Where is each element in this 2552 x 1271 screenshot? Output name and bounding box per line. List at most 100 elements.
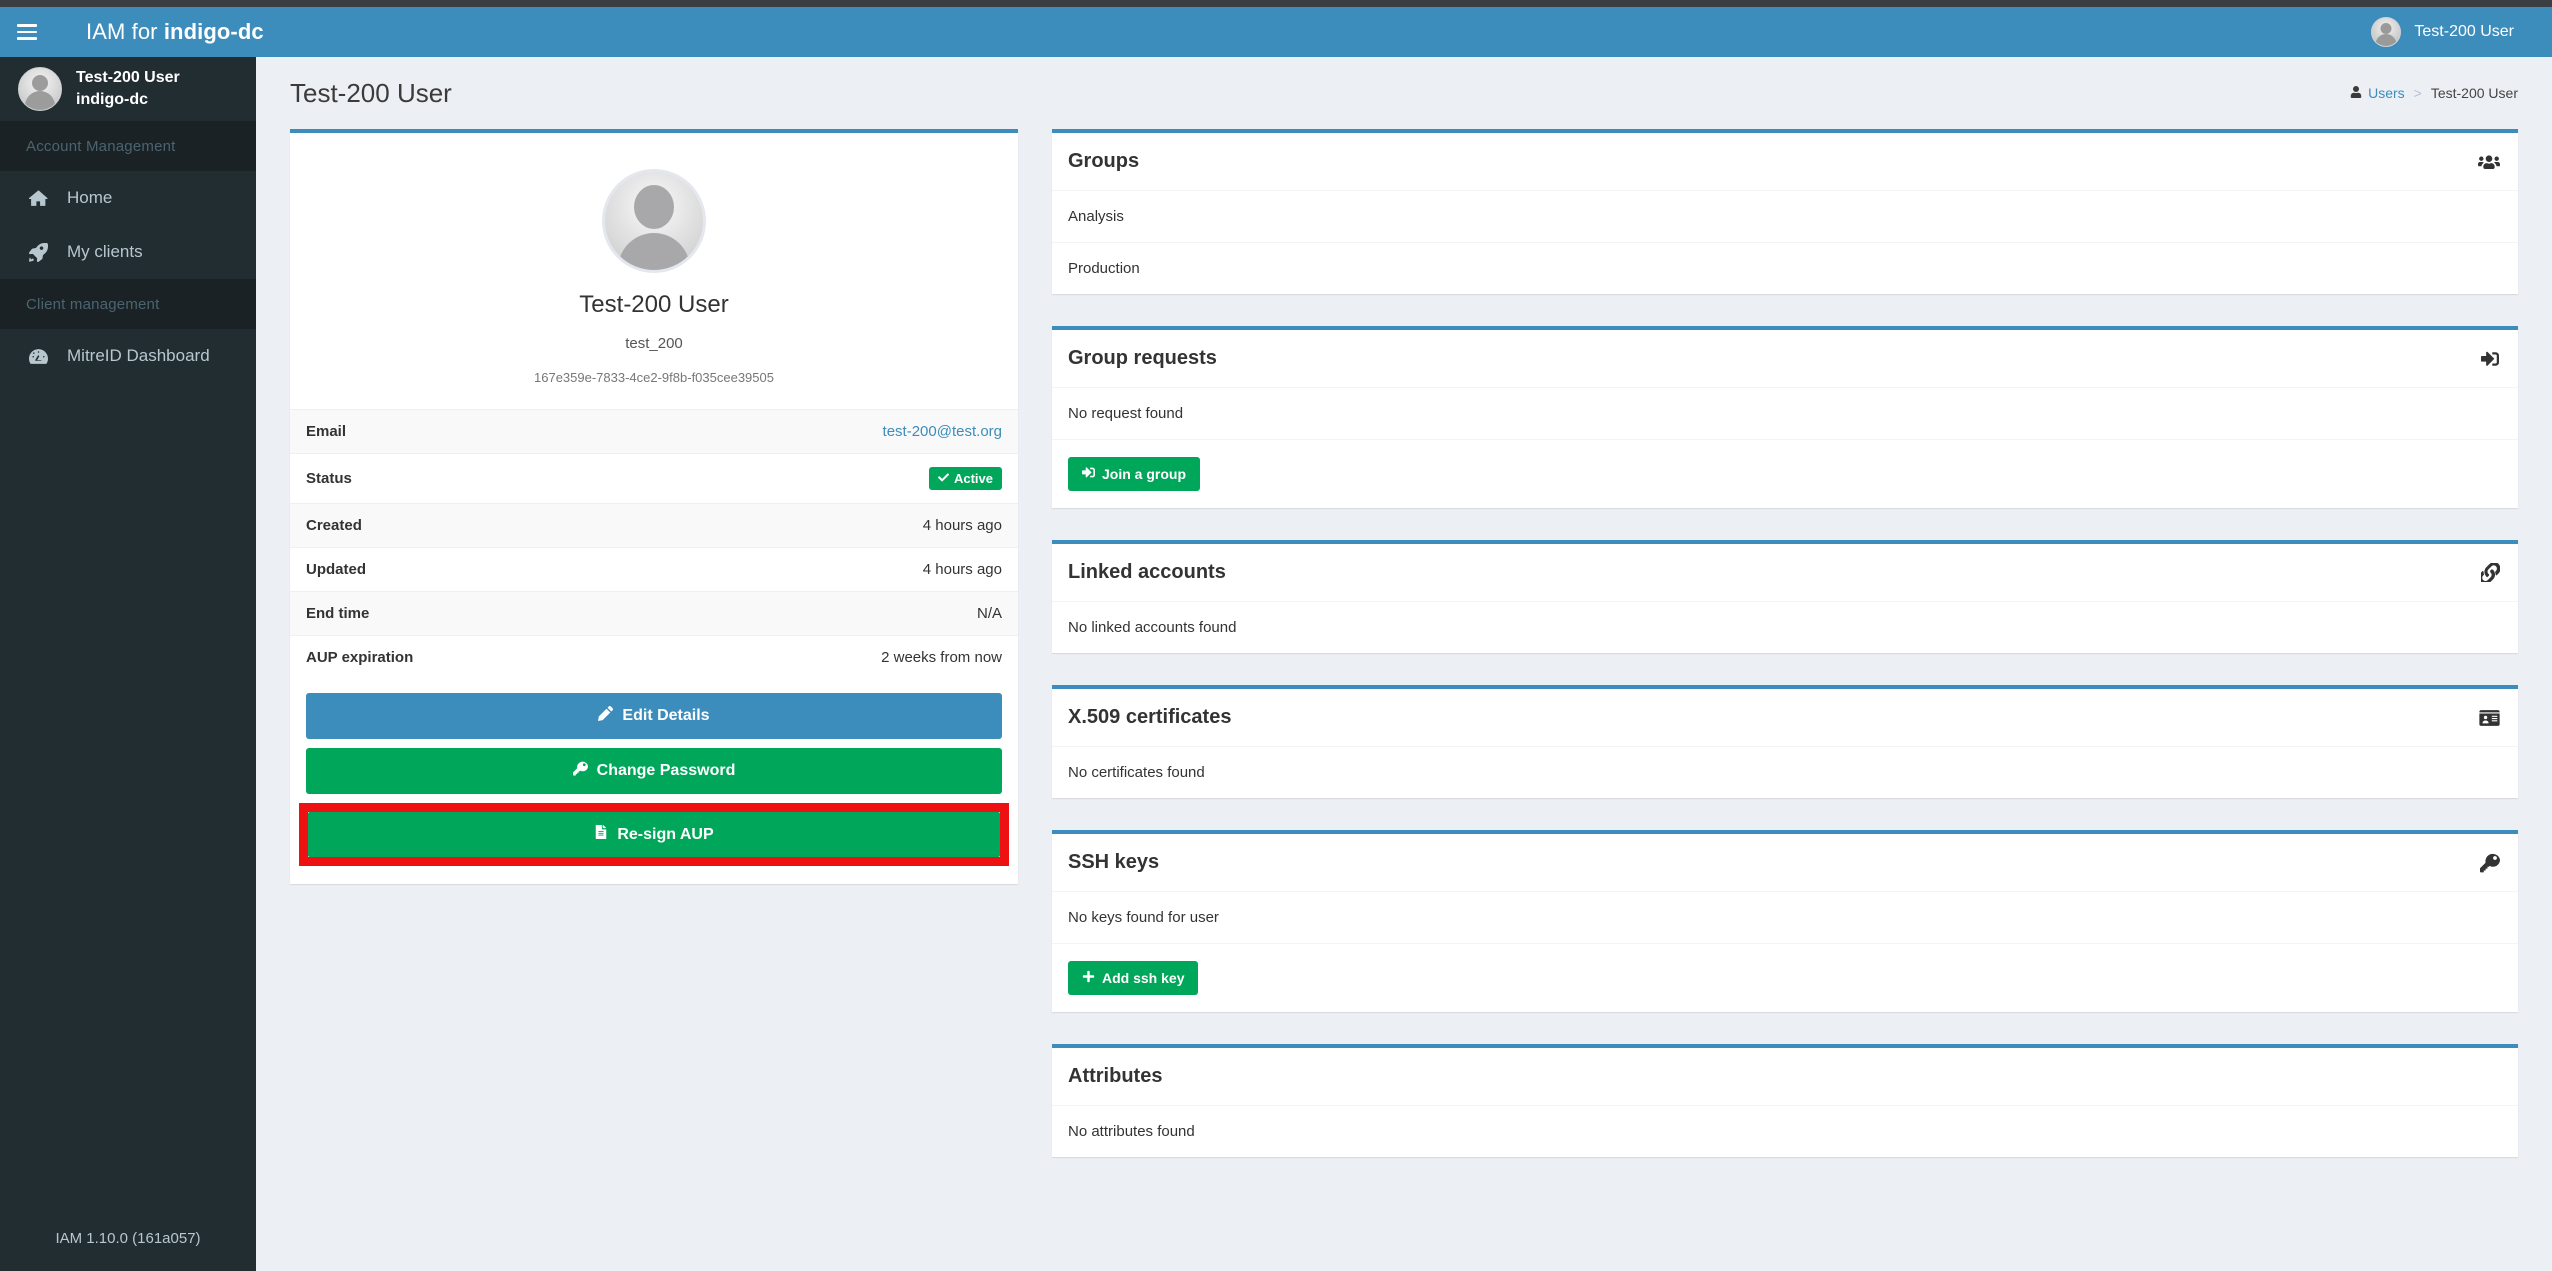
page-title: Test-200 User (290, 78, 452, 109)
profile-display-name: Test-200 User (306, 291, 1002, 319)
edit-details-label: Edit Details (622, 707, 709, 725)
chain-icon[interactable] (2481, 563, 2500, 582)
breadcrumb-users-link[interactable]: Users (2350, 85, 2405, 101)
sign-in-icon (1082, 466, 1095, 482)
key-icon[interactable] (2480, 853, 2500, 873)
sidebar-user-panel[interactable]: Test-200 User indigo-dc (0, 57, 256, 121)
email-link[interactable]: test-200@test.org (883, 423, 1002, 440)
list-item: Production (1052, 242, 2518, 294)
detail-value: Active (637, 454, 1018, 504)
status-badge-label: Active (954, 471, 993, 486)
profile-uuid: 167e359e-7833-4ce2-9f8b-f035cee39505 (306, 370, 1002, 385)
content-columns: Test-200 User test_200 167e359e-7833-4ce… (256, 129, 2552, 1189)
sidebar-item-home[interactable]: Home (0, 171, 256, 225)
groups-title: Groups (1068, 150, 1139, 173)
join-a-group-button[interactable]: Join a group (1068, 457, 1200, 491)
sidebar-item-my-clients[interactable]: My clients (0, 225, 256, 279)
sign-in-icon[interactable] (2480, 350, 2500, 368)
detail-key: Email (290, 410, 637, 454)
header-user-menu[interactable]: Test-200 User (2371, 17, 2552, 47)
sidebar-toggle-icon[interactable] (0, 7, 54, 57)
group-requests-actions: Join a group (1052, 439, 2518, 508)
content-header: Test-200 User Users > Test-200 User (256, 57, 2552, 129)
right-column: Groups Analysis Production Group request… (1052, 129, 2518, 1189)
attributes-empty: No attributes found (1052, 1105, 2518, 1157)
add-ssh-key-button[interactable]: Add ssh key (1068, 961, 1198, 995)
sidebar-user-org: indigo-dc (76, 91, 180, 109)
left-column: Test-200 User test_200 167e359e-7833-4ce… (290, 129, 1018, 916)
x509-certificates-panel: X.509 certificates No certificates found (1052, 685, 2518, 798)
status-badge: Active (929, 467, 1002, 490)
ssh-keys-empty: No keys found for user (1052, 891, 2518, 943)
rocket-icon (29, 243, 51, 262)
sidebar-section-header-account: Account Management (0, 121, 256, 171)
user-profile-card: Test-200 User test_200 167e359e-7833-4ce… (290, 129, 1018, 884)
breadcrumb: Users > Test-200 User (2350, 85, 2518, 101)
breadcrumb-separator: > (2414, 85, 2422, 101)
sidebar-item-label: MitreID Dashboard (67, 346, 210, 366)
resign-aup-button[interactable]: Re-sign AUP (308, 812, 1000, 857)
group-requests-empty: No request found (1052, 387, 2518, 439)
group-requests-panel-header: Group requests (1052, 330, 2518, 387)
groups-panel: Groups Analysis Production (1052, 129, 2518, 294)
avatar (2371, 17, 2401, 47)
table-row: AUP expiration 2 weeks from now (290, 636, 1018, 680)
linked-accounts-title: Linked accounts (1068, 561, 1226, 584)
change-password-button[interactable]: Change Password (306, 748, 1002, 794)
users-icon[interactable] (2478, 153, 2500, 171)
key-icon (573, 761, 588, 781)
linked-accounts-empty: No linked accounts found (1052, 601, 2518, 653)
add-ssh-key-label: Add ssh key (1102, 970, 1184, 986)
brand-org: indigo-dc (164, 19, 264, 44)
plus-icon (1082, 970, 1095, 986)
detail-key: End time (290, 592, 637, 636)
detail-value: test-200@test.org (637, 410, 1018, 454)
avatar (18, 67, 62, 111)
home-icon (29, 189, 51, 208)
detail-value: 2 weeks from now (637, 636, 1018, 680)
user-icon (2350, 85, 2362, 101)
breadcrumb-current: Test-200 User (2431, 85, 2518, 101)
sidebar-version-footer: IAM 1.10.0 (161a057) (0, 1208, 256, 1271)
table-row: End time N/A (290, 592, 1018, 636)
sidebar-item-label: Home (67, 188, 112, 208)
resign-aup-label: Re-sign AUP (617, 826, 713, 844)
join-a-group-label: Join a group (1102, 466, 1186, 482)
attributes-title: Attributes (1068, 1065, 1162, 1088)
top-header: IAM for indigo-dc Test-200 User (0, 7, 2552, 57)
profile-username: test_200 (306, 335, 1002, 352)
detail-value: 4 hours ago (637, 504, 1018, 548)
sidebar: Test-200 User indigo-dc Account Manageme… (0, 57, 256, 1271)
ssh-keys-panel: SSH keys No keys found for user Add ssh … (1052, 830, 2518, 1012)
attributes-panel-header: Attributes (1052, 1048, 2518, 1105)
list-item: Analysis (1052, 190, 2518, 242)
app-brand[interactable]: IAM for indigo-dc (86, 19, 264, 45)
sidebar-item-label: My clients (67, 242, 143, 262)
linked-accounts-panel: Linked accounts No linked accounts found (1052, 540, 2518, 653)
main-content: Test-200 User Users > Test-200 User Test… (256, 57, 2552, 1271)
table-row: Email test-200@test.org (290, 410, 1018, 454)
attributes-panel: Attributes No attributes found (1052, 1044, 2518, 1157)
ssh-keys-title: SSH keys (1068, 851, 1159, 874)
window-top-strip (0, 0, 2552, 7)
table-row: Status Active (290, 454, 1018, 504)
x509-empty: No certificates found (1052, 746, 2518, 798)
sidebar-item-mitreid-dashboard[interactable]: MitreID Dashboard (0, 329, 256, 383)
dashboard-icon (29, 347, 51, 366)
detail-key: Created (290, 504, 637, 548)
detail-value: N/A (637, 592, 1018, 636)
ssh-keys-panel-header: SSH keys (1052, 834, 2518, 891)
table-row: Created 4 hours ago (290, 504, 1018, 548)
detail-key: Updated (290, 548, 637, 592)
detail-key: Status (290, 454, 637, 504)
id-card-icon[interactable] (2479, 709, 2500, 727)
ssh-keys-actions: Add ssh key (1052, 943, 2518, 1012)
profile-summary: Test-200 User test_200 167e359e-7833-4ce… (290, 133, 1018, 409)
avatar (602, 169, 706, 273)
table-row: Updated 4 hours ago (290, 548, 1018, 592)
edit-details-button[interactable]: Edit Details (306, 693, 1002, 739)
pencil-icon (598, 706, 613, 726)
sidebar-user-name: Test-200 User (76, 69, 180, 87)
linked-accounts-panel-header: Linked accounts (1052, 544, 2518, 601)
group-requests-panel: Group requests No request found Join a g… (1052, 326, 2518, 508)
